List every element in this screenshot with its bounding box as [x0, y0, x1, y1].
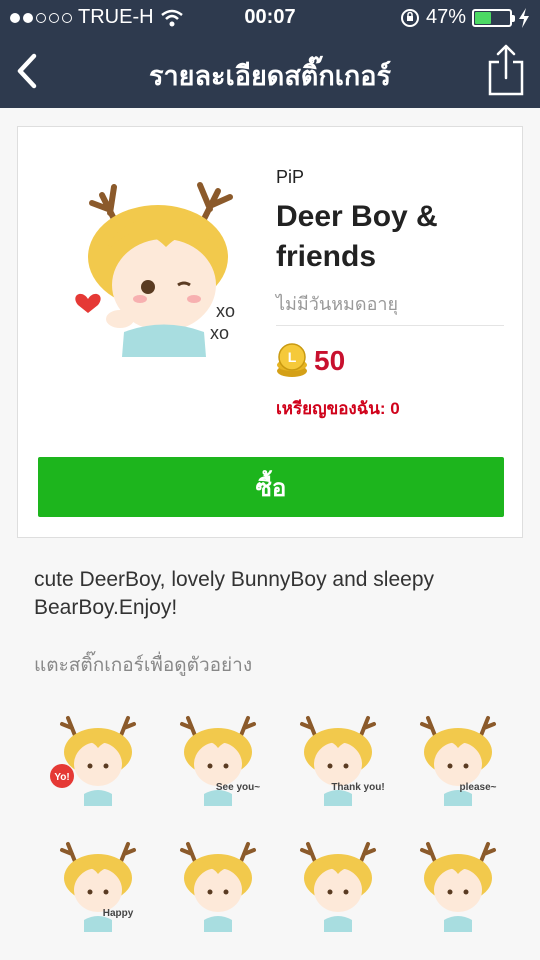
price: 50	[314, 345, 346, 376]
sticker-caption: See you~	[216, 782, 260, 793]
sticker-caption: Thank you!	[331, 782, 384, 793]
sticker-thumbnail[interactable]: Happy	[48, 834, 148, 934]
top-bar: TRUE-H 00:07 47% รายละเอียดสติ๊กเกอร์	[0, 0, 540, 108]
status-bar: TRUE-H 00:07 47%	[0, 0, 540, 36]
sticker-thumbnail[interactable]: Thank you!	[288, 708, 388, 808]
sticker-thumbnail[interactable]: please~	[408, 708, 508, 808]
sticker-description: cute DeerBoy, lovely BunnyBoy and sleepy…	[34, 568, 435, 619]
sticker-thumbnail[interactable]	[408, 834, 508, 934]
navigation-bar: รายละเอียดสติ๊กเกอร์	[0, 36, 540, 108]
sticker-caption: Yo!	[54, 772, 69, 783]
page-title: รายละเอียดสติ๊กเกอร์	[149, 61, 391, 91]
sticker-detail-card: xo xo PiP Deer Boy & friends ไม่มีวันหมด…	[17, 126, 523, 538]
author-name[interactable]: PiP	[276, 167, 304, 188]
share-icon[interactable]	[486, 42, 526, 98]
svg-text:L: L	[288, 349, 297, 365]
sticker-thumbnail[interactable]	[168, 834, 268, 934]
battery-icon	[472, 8, 515, 27]
my-coins-balance: เหรียญของฉัน: 0	[276, 399, 400, 418]
expiry-label: ไม่มีวันหมดอายุ	[276, 294, 399, 314]
line-coin-icon: L	[277, 343, 307, 377]
svg-text:xo: xo	[216, 301, 235, 321]
sticker-thumbnail[interactable]: Yo!	[48, 708, 148, 808]
sticker-thumbnail[interactable]: See you~	[168, 708, 268, 808]
svg-text:xo: xo	[210, 323, 229, 343]
sticker-title: Deer Boy & friends	[276, 200, 438, 273]
sticker-hero-image: xo xo	[75, 182, 235, 357]
sticker-caption: Happy	[103, 908, 134, 919]
charging-bolt-icon	[519, 7, 529, 28]
orientation-lock-icon	[400, 8, 419, 27]
preview-hint: แตะสติ๊กเกอร์เพื่อดูตัวอย่าง	[34, 655, 253, 676]
sticker-thumbnail[interactable]	[288, 834, 388, 934]
sticker-caption: please~	[460, 782, 497, 793]
battery-percent: 47%	[425, 6, 466, 28]
buy-button[interactable]: ซื้อ	[38, 457, 504, 517]
divider	[276, 325, 504, 326]
